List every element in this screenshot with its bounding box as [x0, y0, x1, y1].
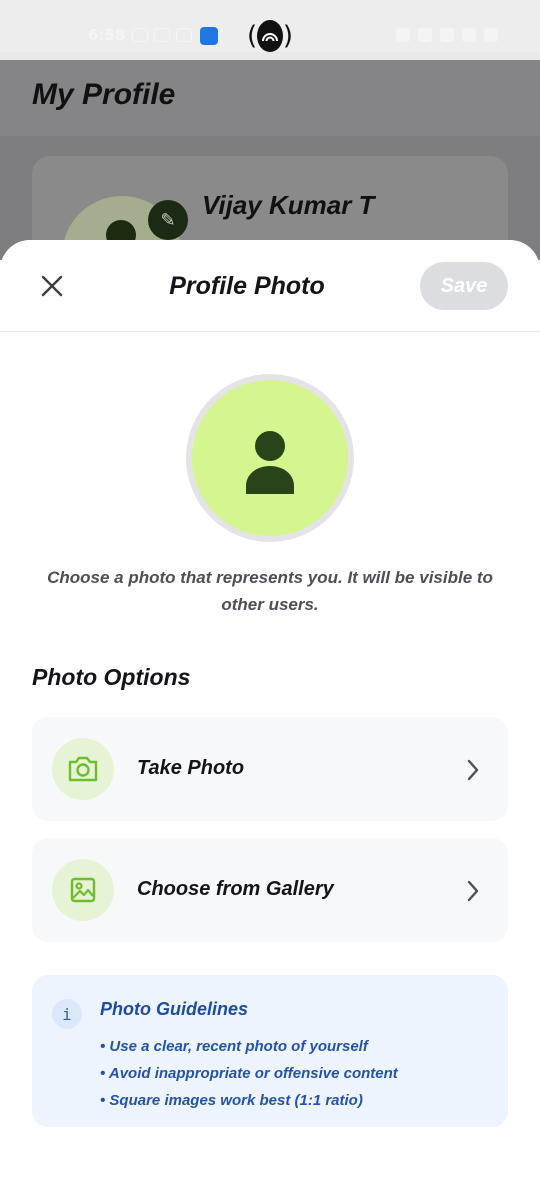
- hotspot-icon: ( ): [247, 20, 293, 52]
- info-icon: i: [52, 999, 82, 1029]
- guideline-item: • Use a clear, recent photo of yourself: [100, 1038, 368, 1055]
- background-profile-page: My Profile ✎ Vijay Kumar T: [0, 60, 540, 316]
- save-button[interactable]: Save: [420, 262, 508, 310]
- background-page-title: My Profile: [32, 78, 176, 111]
- gallery-icon: [70, 877, 96, 903]
- chevron-right-icon: [467, 759, 479, 781]
- take-photo-label: Take Photo: [137, 757, 245, 779]
- chevron-right-icon: [467, 880, 479, 902]
- avatar: [192, 380, 348, 536]
- pencil-icon: ✎: [148, 200, 188, 240]
- message-icon: [154, 28, 170, 42]
- photo-description: Choose a photo that represents you. It w…: [47, 568, 493, 614]
- background-user-name: Vijay Kumar T: [202, 190, 375, 220]
- guideline-item: • Square images work best (1:1 ratio): [100, 1092, 363, 1109]
- signal-icon: [462, 28, 476, 42]
- profile-photo-sheet: Profile Photo Save Choose a photo that r…: [0, 240, 540, 1200]
- take-photo-option[interactable]: Take Photo: [32, 717, 508, 821]
- choose-gallery-option[interactable]: Choose from Gallery: [32, 838, 508, 942]
- gallery-icon-wrap: [52, 859, 114, 921]
- data-speed-icon: [418, 28, 432, 42]
- photo-options-title: Photo Options: [32, 664, 191, 690]
- status-time: 6:58: [88, 26, 126, 44]
- notification-icons: [132, 28, 192, 42]
- photo-guidelines-box: i Photo Guidelines • Use a clear, recent…: [32, 975, 508, 1127]
- battery-icon: [484, 28, 498, 42]
- mail-icon: [176, 28, 192, 42]
- volte-icon: [440, 28, 454, 42]
- camera-icon: [68, 756, 98, 782]
- guideline-item: • Avoid inappropriate or offensive conte…: [100, 1065, 398, 1082]
- person-icon: [246, 431, 294, 494]
- guidelines-title: Photo Guidelines: [100, 999, 249, 1019]
- app-notification-icon: [200, 27, 218, 45]
- camera-icon-wrap: [52, 738, 114, 800]
- avatar-preview: [186, 374, 354, 542]
- sheet-header: Profile Photo Save: [0, 240, 540, 332]
- guidelines-list: • Use a clear, recent photo of yourself …: [100, 1033, 398, 1114]
- status-bar: 6:58 ( ): [0, 0, 540, 60]
- background-header: My Profile: [0, 60, 540, 136]
- linkedin-icon: [132, 28, 148, 42]
- system-icons: [396, 28, 498, 42]
- choose-gallery-label: Choose from Gallery: [137, 878, 334, 900]
- alarm-icon: [396, 28, 410, 42]
